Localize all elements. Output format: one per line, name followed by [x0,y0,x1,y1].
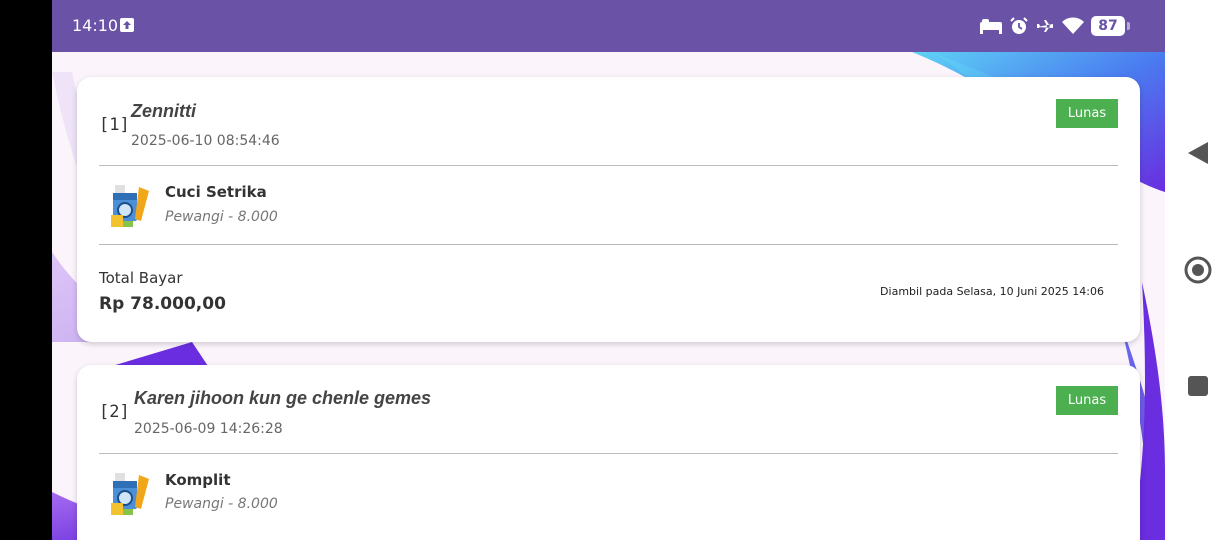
order-datetime: 2025-06-09 14:26:28 [134,421,283,437]
order-index: [1] [99,115,130,135]
laundry-machine-icon [111,473,149,515]
wifi-icon [1062,17,1084,34]
total-amount: Rp 78.000,00 [99,294,226,314]
total-label: Total Bayar [99,269,183,287]
battery-icon: 87 [1091,16,1130,36]
laundry-machine-icon [111,185,149,227]
customer-name: Karen jihoon kun ge chenle gemes [134,388,432,408]
status-badge: Lunas [1056,99,1118,128]
service-name: Komplit [165,471,231,489]
navigation-bar [1165,0,1230,540]
bed-icon [980,19,1002,34]
home-circle-icon [1184,256,1211,284]
service-detail: Pewangi - 8.000 [165,496,278,512]
customer-name: Zennitti [131,101,196,121]
order-card[interactable]: [1] Zennitti 2025-06-10 08:54:46 Lunas C… [77,77,1140,342]
order-card[interactable]: [2] Karen jihoon kun ge chenle gemes 202… [77,365,1140,540]
status-icons: 87 [979,15,1130,37]
order-index: [2] [99,402,130,422]
upload-icon [120,18,134,32]
back-button[interactable] [1165,140,1230,166]
alarm-icon [1010,17,1028,34]
divider [99,244,1118,245]
app-screen: 14:10 87 [1] Zennitti 2025-06-10 08:54:4… [52,0,1165,540]
recents-square-icon [1187,376,1208,396]
status-bar: 14:10 87 [52,0,1165,52]
divider [99,165,1118,166]
order-datetime: 2025-06-10 08:54:46 [131,133,280,149]
left-black-bar [0,0,52,540]
battery-level: 87 [1098,18,1118,34]
service-detail: Pewangi - 8.000 [165,209,278,225]
back-triangle-icon [1187,142,1208,164]
status-badge: Lunas [1056,386,1118,415]
divider [99,453,1118,454]
status-time: 14:10 [72,16,119,35]
airplane-icon [1037,20,1053,32]
pickup-info: Diambil pada Selasa, 10 Juni 2025 14:06 [880,285,1104,298]
recents-button[interactable] [1165,375,1230,397]
home-button[interactable] [1165,255,1230,285]
service-name: Cuci Setrika [165,183,267,201]
